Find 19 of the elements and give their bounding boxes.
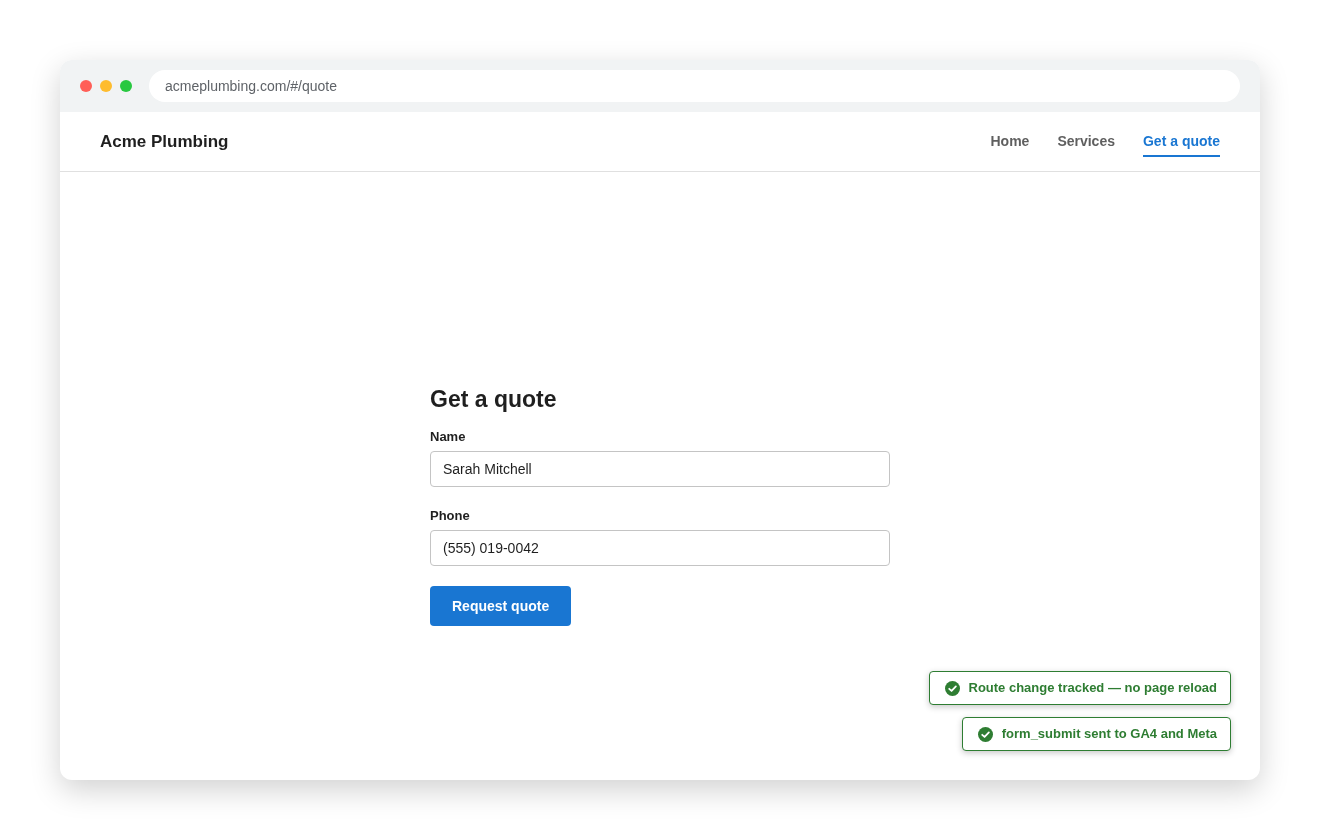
- field-label: Name: [430, 428, 467, 446]
- check-circle-icon: [944, 680, 960, 696]
- check-circle-icon: [977, 726, 993, 742]
- input-field[interactable]: Sarah Mitchell: [430, 451, 890, 487]
- nav-link[interactable]: Get a quote: [1143, 131, 1220, 157]
- field-label: Phone: [430, 507, 471, 525]
- site-logo[interactable]: Acme Plumbing: [100, 128, 229, 155]
- request-quote-button[interactable]: Request quote: [430, 586, 572, 626]
- form-title: Get a quote: [430, 385, 558, 414]
- url-text: acmeplumbing.com/#/quote: [165, 76, 337, 96]
- window-close-button[interactable]: [80, 80, 92, 92]
- input-field[interactable]: (555) 019-0042: [430, 530, 890, 566]
- window-minimize-button[interactable]: [100, 80, 112, 92]
- toast-message: form_submit sent to GA4 and Meta: [1001, 725, 1217, 744]
- address-bar[interactable]: acmeplumbing.com/#/quote: [149, 70, 1240, 102]
- toast-message: Route change tracked — no page reload: [968, 679, 1217, 698]
- window-zoom-button[interactable]: [120, 80, 132, 92]
- nav-link[interactable]: Services: [1057, 131, 1115, 157]
- nav-link[interactable]: Home: [990, 131, 1030, 157]
